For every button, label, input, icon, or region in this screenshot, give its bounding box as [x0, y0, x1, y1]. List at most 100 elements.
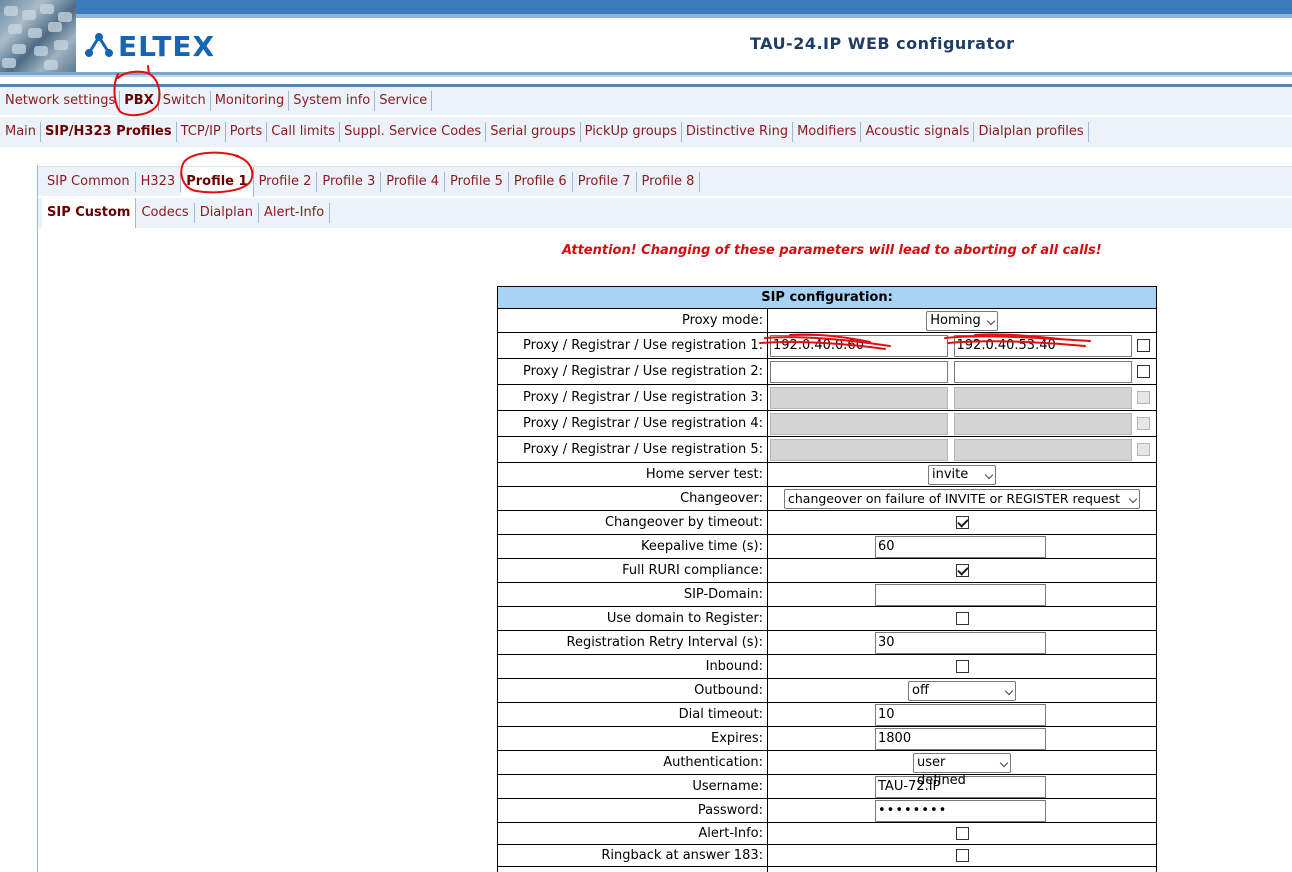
registration-1-checkbox[interactable] — [1137, 339, 1150, 352]
registration-3-proxy-input — [770, 386, 948, 409]
registration-1-registrar-input[interactable]: 192.0.40.53.40 — [953, 334, 1132, 357]
attention-message: Attention! Changing of these parameters … — [562, 243, 1102, 258]
menu-modifiers[interactable]: Modifiers — [793, 122, 862, 142]
alert-info-label: Alert-Info: — [497, 822, 768, 845]
menu-serial-groups[interactable]: Serial groups — [486, 122, 581, 142]
tab-profile-1[interactable]: Profile 1 — [181, 166, 254, 197]
pbx-menu: Main SIP/H323 Profiles TCP/IP Ports Call… — [0, 117, 1292, 147]
header-top-bar — [76, 0, 1292, 14]
keepalive-input[interactable]: 60 — [875, 535, 1046, 558]
changeover-timeout-checkbox[interactable] — [955, 516, 969, 529]
tab-sip-custom[interactable]: SIP Custom — [42, 198, 137, 228]
tab-profile-4[interactable]: Profile 4 — [381, 171, 446, 192]
menu-monitoring[interactable]: Monitoring — [211, 91, 290, 111]
sip-domain-input[interactable] — [875, 583, 1046, 606]
sip-config-table: SIP configuration: Proxy mode: Homing Pr… — [497, 286, 1157, 872]
profile-sub-tabs: SIP Custom Codecs Dialplan Alert-Info — [38, 198, 1292, 228]
authentication-label: Authentication: — [497, 750, 768, 775]
inbound-label: Inbound: — [497, 654, 768, 679]
registration-2-registrar-input[interactable] — [953, 360, 1132, 383]
changeover-timeout-label: Changeover by timeout: — [497, 510, 768, 535]
chevron-down-icon — [986, 316, 995, 325]
menu-acoustic-signals[interactable]: Acoustic signals — [861, 122, 975, 142]
expires-label: Expires: — [497, 726, 768, 751]
retry-interval-input[interactable]: 30 — [875, 631, 1046, 654]
dial-timeout-input[interactable]: 10 — [875, 703, 1046, 726]
registration-5-registrar-input — [953, 438, 1132, 461]
tab-profile-3[interactable]: Profile 3 — [317, 171, 382, 192]
registration-4-registrar-input — [953, 412, 1132, 435]
proxy-mode-select[interactable]: Homing — [926, 310, 998, 331]
proxy-mode-label: Proxy mode: — [497, 308, 768, 333]
logo-text: ELTEX — [118, 29, 216, 63]
tab-alert-info[interactable]: Alert-Info — [259, 203, 331, 223]
chevron-down-icon — [984, 470, 994, 479]
menu-sip-h323-profiles[interactable]: SIP/H323 Profiles — [41, 122, 177, 142]
home-server-test-label: Home server test: — [497, 462, 768, 487]
table-header: SIP configuration: — [497, 286, 1157, 309]
tab-sip-common[interactable]: SIP Common — [42, 171, 136, 192]
tab-profile-7[interactable]: Profile 7 — [573, 171, 637, 192]
registration-2-checkbox[interactable] — [1137, 365, 1150, 378]
app-title: TAU-24.IP WEB configurator — [750, 34, 1015, 53]
registration-5-label: Proxy / Registrar / Use registration 5: — [497, 436, 768, 463]
registration-3-registrar-input — [953, 386, 1132, 409]
sip-domain-label: SIP-Domain: — [497, 582, 768, 607]
menu-ports[interactable]: Ports — [226, 122, 268, 142]
inbound-checkbox[interactable] — [955, 660, 969, 673]
password-input[interactable]: •••••••• — [875, 799, 1046, 822]
registration-4-checkbox — [1137, 417, 1150, 430]
registration-5-checkbox — [1137, 443, 1150, 456]
full-ruri-checkbox[interactable] — [955, 564, 969, 577]
use-domain-checkbox[interactable] — [955, 612, 969, 625]
menu-system-info[interactable]: System info — [289, 91, 376, 111]
use-domain-label: Use domain to Register: — [497, 606, 768, 631]
registration-2-proxy-input[interactable] — [770, 360, 948, 383]
menu-dialplan-profiles[interactable]: Dialplan profiles — [974, 122, 1089, 142]
changeover-select[interactable]: changeover on failure of INVITE or REGIS… — [784, 488, 1140, 509]
menu-call-limits[interactable]: Call limits — [267, 122, 341, 142]
menu-switch[interactable]: Switch — [159, 91, 211, 111]
tab-profile-2[interactable]: Profile 2 — [254, 171, 318, 192]
tab-profile-5[interactable]: Profile 5 — [445, 171, 509, 192]
tab-h323[interactable]: H323 — [136, 171, 182, 192]
registration-1-proxy-input[interactable]: 192.0.40.0.60 — [770, 334, 948, 357]
menu-pbx[interactable]: PBX — [120, 91, 159, 111]
authentication-select[interactable]: user defined — [913, 752, 1011, 788]
username-label: Username: — [497, 774, 768, 799]
expires-input[interactable]: 1800 — [875, 727, 1046, 750]
menu-distinctive-ring[interactable]: Distinctive Ring — [682, 122, 794, 142]
home-server-test-select[interactable]: invite — [928, 464, 996, 485]
registration-3-label: Proxy / Registrar / Use registration 3: — [497, 384, 768, 411]
registration-1-label: Proxy / Registrar / Use registration 1: — [497, 332, 768, 359]
dial-timeout-label: Dial timeout: — [497, 702, 768, 727]
changeover-label: Changeover: — [497, 486, 768, 511]
retry-interval-label: Registration Retry Interval (s): — [497, 630, 768, 655]
menu-tcp-ip[interactable]: TCP/IP — [177, 122, 226, 142]
registration-4-proxy-input — [770, 412, 948, 435]
chevron-down-icon — [1128, 494, 1138, 503]
tab-profile-8[interactable]: Profile 8 — [637, 171, 701, 192]
chevron-down-icon — [999, 758, 1009, 767]
tab-dialplan[interactable]: Dialplan — [195, 203, 259, 223]
menu-main[interactable]: Main — [0, 122, 42, 142]
eltex-logo-icon — [85, 33, 113, 57]
menu-suppl-service-codes[interactable]: Suppl. Service Codes — [340, 122, 487, 142]
alert-info-checkbox[interactable] — [955, 827, 969, 840]
main-menu: Network settings PBX Switch Monitoring S… — [0, 87, 1292, 115]
menu-service[interactable]: Service — [375, 91, 433, 111]
tab-codecs[interactable]: Codecs — [136, 203, 195, 223]
menu-pickup-groups[interactable]: PickUp groups — [581, 122, 682, 142]
ringback-183-checkbox[interactable] — [955, 849, 969, 862]
content-left-border — [37, 165, 38, 872]
registration-3-checkbox — [1137, 391, 1150, 404]
tab-profile-6[interactable]: Profile 6 — [509, 171, 573, 192]
menu-network-settings[interactable]: Network settings — [0, 91, 121, 111]
outbound-select[interactable]: off — [908, 680, 1016, 701]
registration-4-label: Proxy / Registrar / Use registration 4: — [497, 410, 768, 437]
ringback-183-label: Ringback at answer 183: — [497, 844, 768, 867]
eltex-logo: ELTEX — [84, 29, 216, 63]
keepalive-label: Keepalive time (s): — [497, 534, 768, 559]
full-ruri-label: Full RURI compliance: — [497, 558, 768, 583]
app-header: ELTEX TAU-24.IP WEB configurator — [0, 0, 1292, 87]
